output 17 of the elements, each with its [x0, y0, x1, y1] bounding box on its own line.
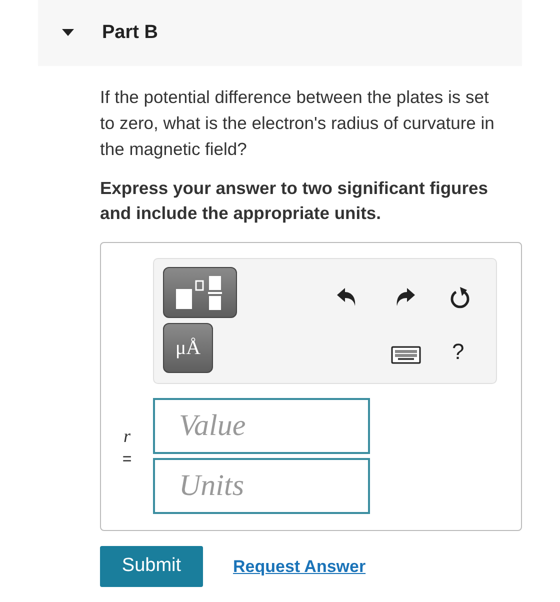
redo-icon[interactable]: [394, 287, 416, 307]
templates-button[interactable]: [163, 267, 237, 318]
equals-sign: =: [122, 450, 132, 470]
instruction-text: Express your answer to two significant figures and include the appropriate units.: [100, 177, 490, 225]
question-text: If the potential difference between the plates is set to zero, what is the electron's radius of curvature in the magnetic field?: [100, 86, 496, 161]
value-field[interactable]: Value: [153, 398, 370, 454]
part-title: Part B: [102, 20, 158, 45]
variable-label: r: [123, 425, 130, 448]
submit-button[interactable]: Submit: [100, 546, 203, 587]
units-button[interactable]: μÅ: [163, 323, 213, 373]
help-button[interactable]: ?: [452, 337, 464, 367]
request-answer-link[interactable]: Request Answer: [233, 554, 366, 580]
reset-icon[interactable]: [449, 286, 471, 310]
undo-icon[interactable]: [336, 287, 358, 307]
keyboard-icon[interactable]: [391, 346, 421, 364]
units-field[interactable]: Units: [153, 458, 370, 514]
part-header[interactable]: Part B: [38, 0, 522, 66]
